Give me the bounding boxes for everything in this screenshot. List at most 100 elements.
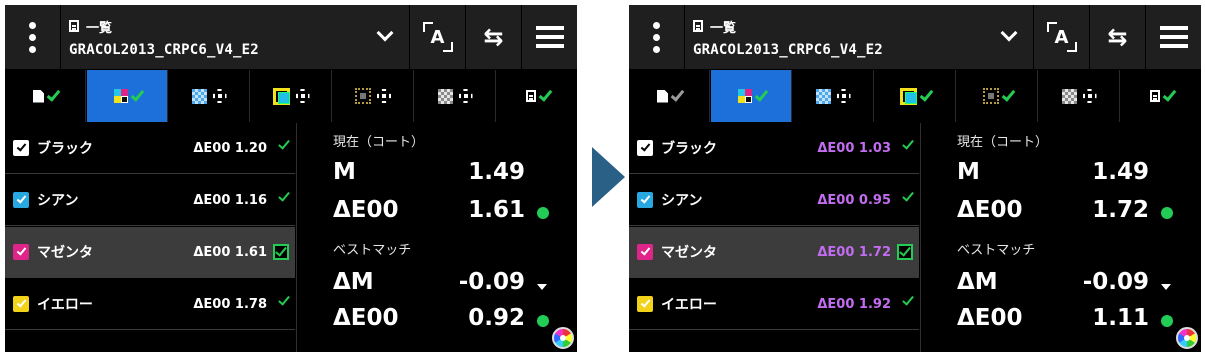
swap-button[interactable]: ⇆ [1090,5,1145,69]
checkbox[interactable] [13,296,29,312]
list-label: 一覧 [86,20,113,36]
target-icon [459,89,473,103]
list-item[interactable]: ブラック ΔE00 1.03 [629,123,919,174]
checkbox[interactable] [13,192,29,208]
auto-recognize-button[interactable]: A [410,5,465,69]
target-icon [213,89,227,103]
check-icon [538,86,552,102]
tab-overprint[interactable] [875,70,956,122]
tab-dot[interactable] [333,70,414,122]
scan-a-icon: A [1046,22,1077,52]
row-delta-value: ΔE00 1.72 [817,244,891,260]
tab-gray[interactable] [1039,70,1120,122]
status-dot-icon [537,315,549,327]
m-key: M [333,159,356,185]
de-key: ΔE00 [333,197,399,223]
dm-key: ΔM [333,269,374,295]
checkbox[interactable] [13,140,29,156]
tab-list[interactable] [497,70,577,122]
profile-selector[interactable]: 一覧 GRACOL2013_CRPC6_V4_E2 [61,5,409,69]
dotbox-icon [982,88,999,104]
list-item[interactable]: マゼンタ ΔE00 1.72 [629,227,919,278]
tab-cmyk[interactable] [87,70,168,122]
more-menu-button[interactable] [5,5,60,69]
caret-down-icon [1161,284,1171,290]
hamburger-icon [535,26,564,48]
list-item[interactable]: イエロー ΔE00 1.78 [5,279,295,330]
tab-tint[interactable] [793,70,874,122]
best-match-label: ベストマッチ [957,243,1036,258]
checker-icon [191,88,207,104]
tab-tint[interactable] [169,70,250,122]
row-label: イエロー [661,297,717,313]
checker-icon [815,88,831,104]
tab-document[interactable] [5,70,86,122]
profile-selector[interactable]: 一覧 GRACOL2013_CRPC6_V4_E2 [685,5,1033,69]
color-wheel-icon[interactable] [1176,327,1198,349]
color-list: ブラック ΔE00 1.20 シアン ΔE00 1.16 マゼンタ ΔE00 1… [5,123,295,352]
m-key: M [957,159,980,185]
de2-value: 1.11 [1092,305,1149,331]
vertical-dots-icon [653,21,660,53]
row-label: マゼンタ [37,245,93,261]
dotbox-icon [355,88,371,104]
row-delta-value: ΔE00 0.95 [817,192,891,208]
checkbox[interactable] [13,244,29,260]
tab-cmyk[interactable] [711,70,792,122]
measurement-detail: 現在（コート） M 1.49 ΔE00 1.72 ベストマッチ ΔM -0.09… [920,123,1201,352]
gray-checker-icon [437,88,453,104]
checkbox[interactable] [637,192,653,208]
best-match-label: ベストマッチ [333,243,412,258]
list-item[interactable]: ブラック ΔE00 1.20 [5,123,295,174]
tab-document[interactable] [629,70,710,122]
profile-name: GRACOL2013_CRPC6_V4_E2 [693,41,883,58]
list-item[interactable]: シアン ΔE00 0.95 [629,175,919,226]
tab-overprint[interactable] [251,70,332,122]
check-icon [1162,86,1176,102]
checkbox[interactable] [637,140,653,156]
status-dot-icon [1161,207,1173,219]
hamburger-menu-button[interactable] [1146,5,1201,69]
tab-dot[interactable] [957,70,1038,122]
hamburger-menu-button[interactable] [522,5,577,69]
list-icon [525,90,536,102]
dm-value: -0.09 [458,269,525,295]
tab-gray[interactable] [415,70,496,122]
dm-key: ΔM [957,269,998,295]
tab-bar [5,70,577,122]
swap-button[interactable]: ⇆ [466,5,521,69]
header-bar: 一覧 GRACOL2013_CRPC6_V4_E2 A ⇆ [629,5,1201,69]
overlap-icon [900,88,917,105]
color-wheel-icon[interactable] [552,327,574,349]
list-item[interactable]: マゼンタ ΔE00 1.61 [5,227,295,278]
m-value: 1.49 [468,159,525,185]
gray-checker-icon [1061,88,1077,104]
de2-key: ΔE00 [333,305,399,331]
check-icon [919,86,934,102]
tab-bar [629,70,1201,122]
list-item[interactable]: シアン ΔE00 1.16 [5,175,295,226]
checkbox[interactable] [637,296,653,312]
row-label: イエロー [37,297,93,313]
check-icon [754,86,768,102]
check-icon [130,86,144,102]
chevron-down-icon [1000,24,1018,42]
checkbox[interactable] [637,244,653,260]
check-icon [46,86,61,102]
overlap-icon [272,88,290,105]
chevron-down-icon [376,24,394,42]
document-icon [657,89,668,103]
check-icon [273,244,289,260]
de-key: ΔE00 [957,197,1023,223]
more-menu-button[interactable] [629,5,684,69]
row-delta-value: ΔE00 1.92 [817,296,891,312]
color-list: ブラック ΔE00 1.03 シアン ΔE00 0.95 マゼンタ ΔE00 1… [629,123,919,352]
check-icon [897,244,913,260]
tab-list[interactable] [1121,70,1201,122]
status-dot-icon [1161,315,1173,327]
cmyk-icon [113,89,128,103]
swap-arrows-icon: ⇆ [1107,23,1128,51]
auto-recognize-button[interactable]: A [1034,5,1089,69]
check-icon [670,86,685,102]
list-item[interactable]: イエロー ΔE00 1.92 [629,279,919,330]
